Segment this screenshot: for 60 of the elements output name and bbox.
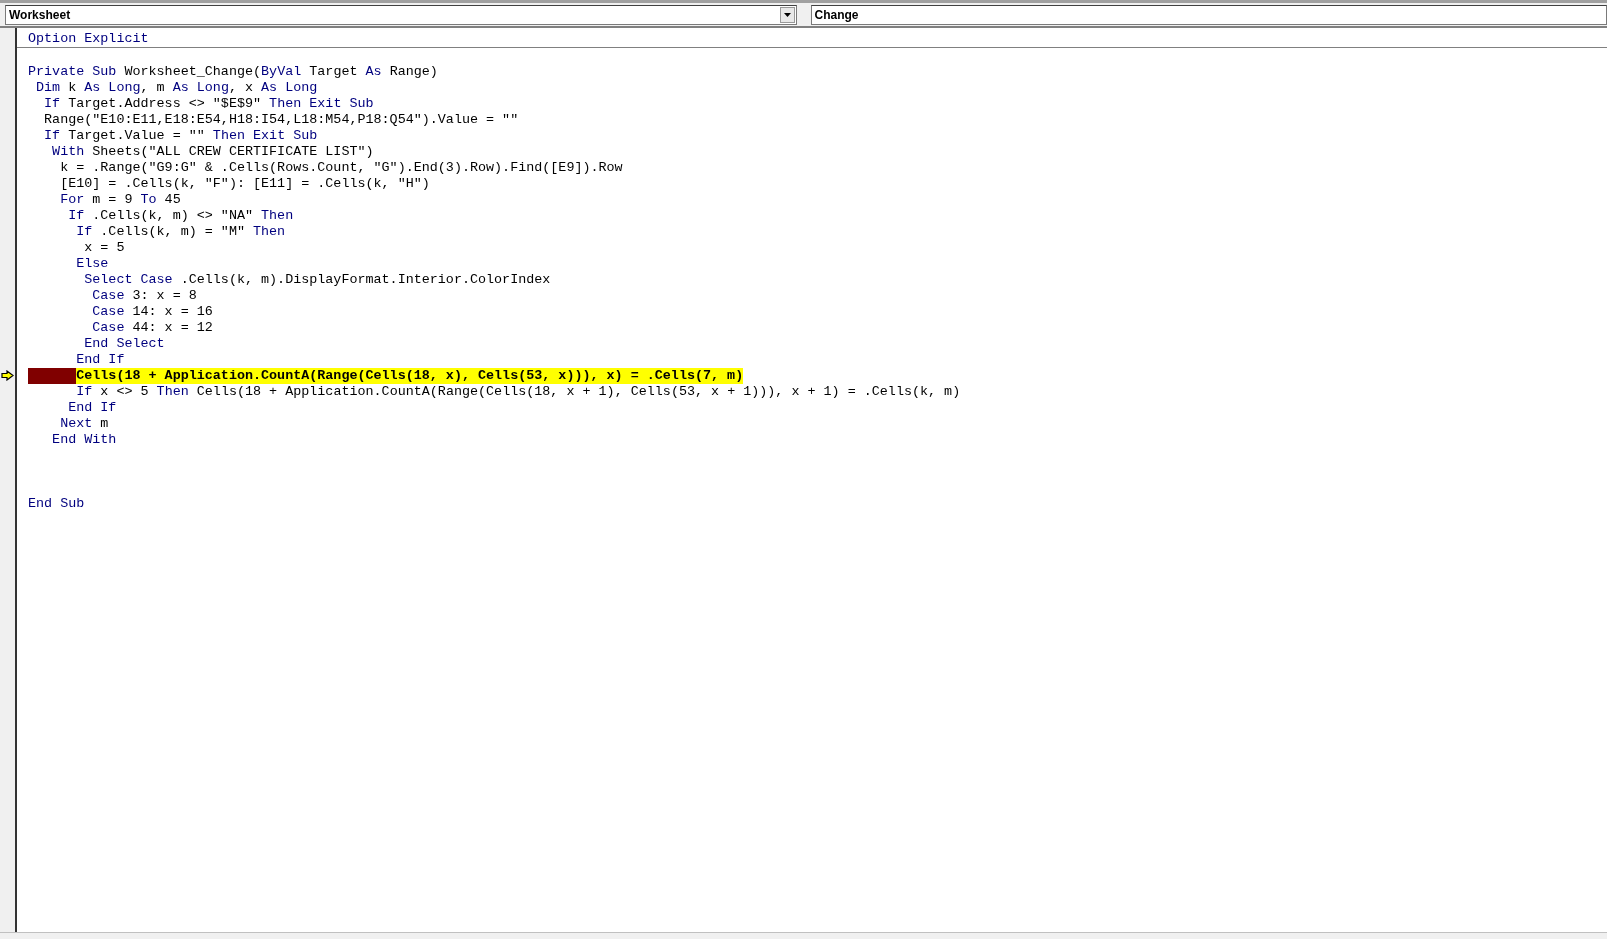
keyword: End If bbox=[67, 400, 117, 416]
code-text: Sheets("ALL CREW CERTIFICATE LIST") bbox=[91, 144, 374, 160]
keyword: Else bbox=[75, 256, 109, 272]
keyword: As Long bbox=[261, 80, 318, 96]
object-dropdown[interactable]: Worksheet bbox=[5, 4, 797, 25]
code-text: [E10] = .Cells(k, "F"): [E11] = .Cells(k, "H") bbox=[59, 176, 430, 192]
keyword: If bbox=[43, 96, 61, 112]
keyword: If bbox=[75, 384, 93, 400]
keyword: Then bbox=[253, 224, 286, 240]
keyword: Case bbox=[91, 320, 125, 336]
keyword: If bbox=[43, 128, 61, 144]
code-text: Worksheet_Change( bbox=[123, 64, 262, 80]
code-text: Target.Address <> "$E$9" bbox=[67, 96, 263, 112]
keyword: Private Sub bbox=[28, 64, 117, 80]
keyword: Then Exit Sub bbox=[212, 128, 318, 144]
code-text: x <> 5 bbox=[99, 384, 150, 400]
code-text: .Cells(k, m) = "M" bbox=[99, 224, 246, 240]
keyword: End Sub bbox=[28, 496, 85, 512]
code-text: 44: x = 12 bbox=[131, 320, 213, 336]
keyword: Select Case bbox=[83, 272, 173, 288]
code-text: Target bbox=[308, 64, 359, 80]
keyword: As Long bbox=[84, 80, 141, 96]
code-text: m = 9 bbox=[91, 192, 134, 208]
code-text: k bbox=[67, 80, 78, 96]
keyword: Dim bbox=[35, 80, 61, 96]
keyword: Then bbox=[156, 384, 189, 400]
keyword: ByVal bbox=[261, 64, 302, 80]
code-text: , m bbox=[140, 80, 166, 96]
code-text: m bbox=[99, 416, 109, 432]
keyword: End With bbox=[51, 432, 117, 448]
dropdown-caret-icon bbox=[783, 12, 791, 17]
code-text: , x bbox=[228, 80, 255, 96]
keyword: For bbox=[59, 192, 85, 208]
keyword: If bbox=[67, 208, 85, 224]
keyword: As bbox=[365, 64, 382, 80]
code-text: 3: x = 8 bbox=[131, 288, 197, 304]
keyword: Then Exit Sub bbox=[269, 96, 374, 112]
keyword: Option Explicit bbox=[28, 31, 149, 47]
keyword: Next bbox=[59, 416, 93, 432]
code-text: 14: x = 16 bbox=[131, 304, 213, 320]
code-text: Range("E10:E11,E18:E54,H18:I54,L18:M54,P18:Q54").Value = "" bbox=[43, 112, 519, 128]
keyword: To bbox=[140, 192, 157, 208]
keyword: As Long bbox=[172, 80, 229, 96]
highlighted-statement: Cells(18 + Application.CountA(Range(Cells(18, x), Cells(53, x))), x) = .Cells(7, m) bbox=[76, 368, 744, 384]
keyword: Case bbox=[91, 288, 125, 304]
keyword: Case bbox=[91, 304, 125, 320]
procedure-dropdown[interactable]: Change bbox=[810, 4, 1607, 25]
code-text: Cells(18 + Application.CountA(Range(Cells(18, x + 1), Cells(53, x + 1))), x + 1) = .Cells(k, m) bbox=[195, 384, 961, 400]
code-text: Target.Value = "" bbox=[67, 128, 206, 144]
code-text: Range) bbox=[388, 64, 438, 80]
code-text: k = .Range("G9:G" & .Cells(Rows.Count, "G").End(3).Row).Find([E9]).Row bbox=[59, 160, 623, 176]
code-text: .Cells(k, m) <> "NA" bbox=[91, 208, 254, 224]
keyword: With bbox=[51, 144, 85, 160]
code-text: 45 bbox=[163, 192, 181, 208]
code-text: .Cells(k, m).DisplayFormat.Interior.ColorIndex bbox=[179, 272, 551, 288]
keyword: Then bbox=[261, 208, 294, 224]
keyword: End Select bbox=[83, 336, 165, 352]
keyword: End If bbox=[75, 352, 125, 368]
code-text: x = 5 bbox=[83, 240, 125, 256]
keyword: If bbox=[75, 224, 93, 240]
